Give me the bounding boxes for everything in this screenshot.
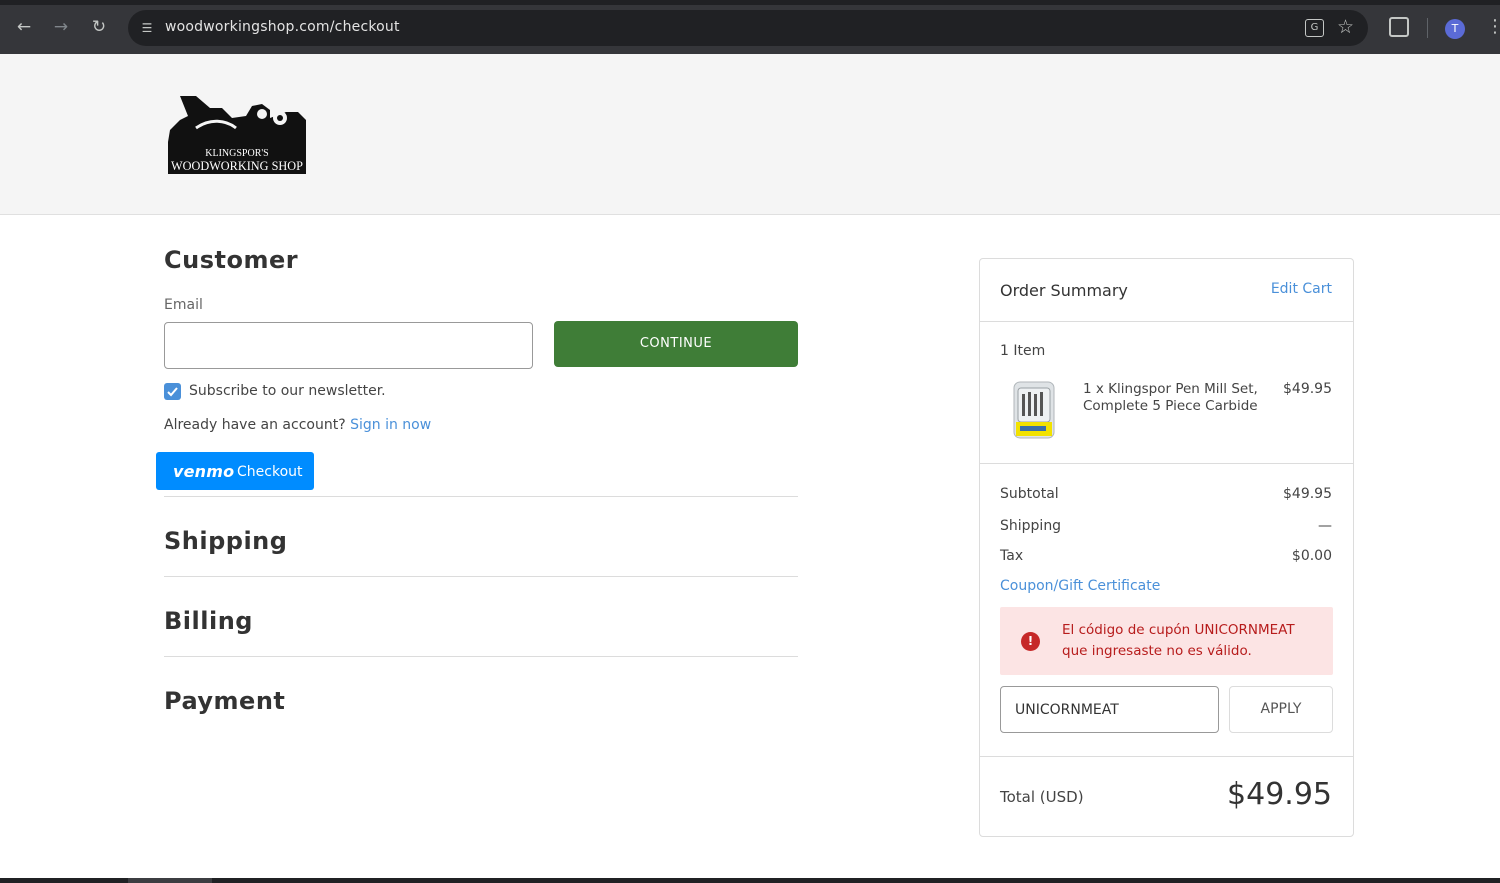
coupon-error-alert: ! El código de cupón UNICORNMEAT que ing… bbox=[1000, 607, 1333, 675]
extensions-icon[interactable] bbox=[1389, 17, 1409, 37]
summary-divider bbox=[980, 463, 1353, 464]
shipping-label: Shipping bbox=[1000, 518, 1062, 534]
subtotal-label: Subtotal bbox=[1000, 486, 1059, 502]
newsletter-checkbox[interactable] bbox=[164, 383, 181, 400]
email-label: Email bbox=[164, 297, 203, 313]
tax-label: Tax bbox=[1000, 548, 1024, 564]
product-name: 1 x Klingspor Pen Mill Set, Complete 5 P… bbox=[1083, 381, 1258, 414]
venmo-label: Checkout bbox=[237, 464, 303, 480]
translate-icon[interactable]: G bbox=[1305, 19, 1324, 37]
item-count: 1 Item bbox=[1000, 343, 1046, 359]
checkmark-icon bbox=[167, 387, 178, 397]
section-divider bbox=[164, 656, 798, 657]
product-image bbox=[1010, 380, 1058, 440]
shipping-value: — bbox=[1318, 518, 1332, 534]
order-summary: Order Summary Edit Cart 1 Item 1 x Kling… bbox=[979, 258, 1354, 837]
account-prompt: Already have an account? Sign in now bbox=[164, 417, 431, 433]
forward-icon[interactable]: → bbox=[50, 16, 72, 38]
edit-cart-link[interactable]: Edit Cart bbox=[1271, 281, 1332, 297]
svg-text:WOODWORKING SHOP: WOODWORKING SHOP bbox=[171, 158, 303, 173]
apply-coupon-button[interactable]: APPLY bbox=[1229, 686, 1333, 733]
tax-value: $0.00 bbox=[1291, 548, 1332, 564]
back-icon[interactable]: ← bbox=[13, 16, 35, 38]
error-icon: ! bbox=[1021, 632, 1040, 651]
reload-icon[interactable]: ↻ bbox=[88, 16, 110, 38]
profile-avatar[interactable]: T bbox=[1445, 19, 1465, 39]
total-value: $49.95 bbox=[1227, 777, 1332, 812]
taskbar-strip bbox=[0, 878, 1500, 883]
tab-strip bbox=[0, 0, 1500, 5]
email-input[interactable] bbox=[164, 322, 533, 369]
taskbar-indicator bbox=[128, 878, 212, 883]
site-logo[interactable]: KLINGSPOR'S WOODWORKING SHOP bbox=[166, 94, 308, 176]
section-divider bbox=[164, 576, 798, 577]
browser-toolbar: ← → ↻ ☰ woodworkingshop.com/checkout G ☆… bbox=[0, 0, 1500, 54]
summary-divider bbox=[980, 321, 1353, 322]
coupon-gift-certificate-link[interactable]: Coupon/Gift Certificate bbox=[1000, 578, 1160, 594]
venmo-logo: venmo bbox=[173, 462, 235, 481]
account-prompt-text: Already have an account? bbox=[164, 417, 346, 433]
more-menu-icon[interactable]: ⋮ bbox=[1486, 16, 1500, 38]
product-price: $49.95 bbox=[1283, 381, 1332, 397]
site-info-icon[interactable]: ☰ bbox=[138, 19, 156, 37]
coupon-code-input[interactable] bbox=[1000, 686, 1219, 733]
section-divider bbox=[164, 496, 798, 497]
sign-in-link[interactable]: Sign in now bbox=[350, 417, 431, 433]
total-label: Total (USD) bbox=[1000, 788, 1084, 806]
summary-divider bbox=[980, 756, 1353, 757]
shipping-heading[interactable]: Shipping bbox=[164, 527, 287, 555]
order-summary-title: Order Summary bbox=[1000, 281, 1128, 300]
subtotal-value: $49.95 bbox=[1283, 486, 1332, 502]
payment-heading[interactable]: Payment bbox=[164, 687, 285, 715]
bookmark-star-icon[interactable]: ☆ bbox=[1337, 16, 1354, 38]
continue-button[interactable]: CONTINUE bbox=[554, 321, 798, 367]
coupon-error-message: El código de cupón UNICORNMEAT que ingre… bbox=[1062, 622, 1295, 659]
url-text[interactable]: woodworkingshop.com/checkout bbox=[165, 19, 400, 35]
address-bar[interactable]: ☰ woodworkingshop.com/checkout G ☆ bbox=[128, 10, 1368, 46]
customer-heading: Customer bbox=[164, 246, 299, 274]
newsletter-label[interactable]: Subscribe to our newsletter. bbox=[189, 383, 386, 399]
toolbar-divider bbox=[1427, 18, 1428, 38]
venmo-checkout-button[interactable]: venmo Checkout bbox=[156, 452, 314, 490]
billing-heading[interactable]: Billing bbox=[164, 607, 253, 635]
